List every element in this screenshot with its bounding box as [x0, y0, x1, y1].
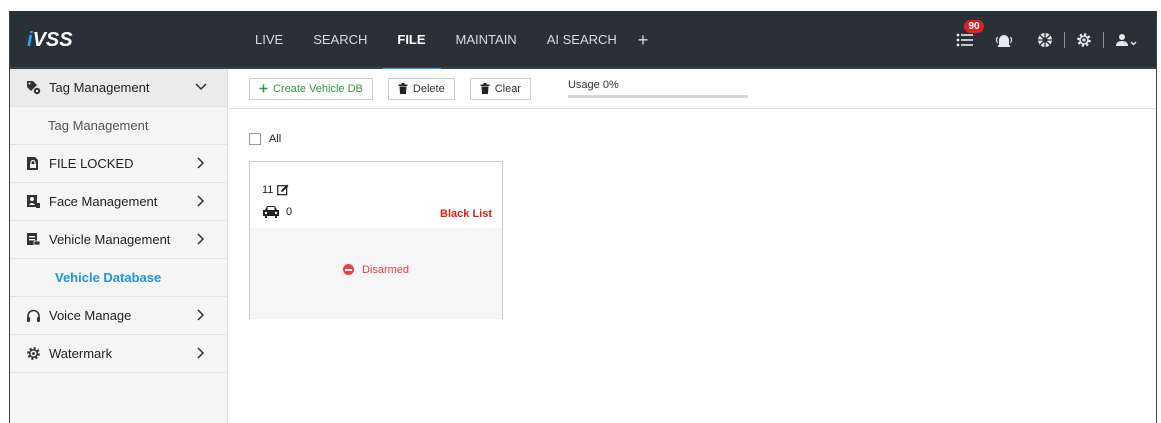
divider: [1064, 32, 1065, 48]
sidebar-item-label: Vehicle Management: [49, 232, 171, 247]
vehicle-database-icon: [25, 232, 41, 248]
alarm-sound-icon[interactable]: [994, 30, 1014, 50]
sidebar-item-vehicle-management[interactable]: Vehicle Management: [10, 221, 227, 259]
disarmed-icon: [342, 264, 354, 275]
user-menu-icon[interactable]: [1114, 31, 1138, 49]
trash-icon: [480, 83, 490, 94]
locked-file-icon: [25, 156, 41, 172]
chevron-down-icon: [194, 80, 208, 94]
clear-button[interactable]: Clear: [469, 77, 531, 100]
edit-icon[interactable]: [277, 184, 289, 196]
sidebar-subitem-vehicle-database[interactable]: Vehicle Database: [10, 259, 227, 297]
network-icon[interactable]: [1036, 31, 1054, 49]
card-id: 11: [262, 184, 289, 196]
chevron-right-icon: [194, 346, 208, 360]
sidebar: Tag Management Tag Management FILE LOCKE…: [10, 69, 228, 423]
tab-maintain[interactable]: MAINTAIN: [441, 11, 532, 69]
task-list-icon[interactable]: 90: [954, 20, 984, 50]
main-nav: LIVE SEARCH FILE MAINTAIN AI SEARCH +: [240, 11, 655, 71]
car-icon: [262, 205, 280, 218]
tag-settings-icon: [25, 80, 41, 96]
card-status-area: Disarmed: [250, 228, 502, 319]
top-right-tools: 90: [954, 11, 1138, 69]
select-all-row: All: [249, 133, 281, 145]
chevron-right-icon: [194, 194, 208, 208]
chevron-right-icon: [194, 308, 208, 322]
usage-indicator: Usage 0%: [567, 78, 748, 100]
toolbar: Create Vehicle DB Delete Clear Usage 0%: [229, 69, 1156, 109]
trash-icon: [398, 83, 408, 94]
app-window: iVSS LIVE SEARCH FILE MAINTAIN AI SEARCH…: [9, 11, 1157, 423]
button-label: Clear: [494, 82, 521, 95]
chevron-right-icon: [194, 232, 208, 246]
create-vehicle-db-button[interactable]: Create Vehicle DB: [249, 77, 373, 100]
card-header: 11 0 Black List: [250, 162, 502, 228]
divider: [1103, 32, 1104, 48]
top-bar: iVSS LIVE SEARCH FILE MAINTAIN AI SEARCH…: [10, 11, 1156, 71]
headphones-icon: [25, 308, 41, 324]
sidebar-item-tag-management[interactable]: Tag Management: [10, 69, 227, 107]
ivss-logo: iVSS: [27, 29, 73, 51]
tab-ai-search[interactable]: AI SEARCH: [532, 11, 632, 69]
settings-gear-icon[interactable]: [1075, 31, 1093, 49]
delete-button[interactable]: Delete: [387, 77, 455, 100]
sidebar-item-label: Face Management: [49, 194, 158, 209]
vehicle-count-value: 0: [286, 205, 293, 218]
sidebar-subitem-tag-management[interactable]: Tag Management: [10, 107, 227, 145]
tab-file[interactable]: FILE: [382, 11, 441, 71]
gear-icon: [25, 346, 41, 362]
usage-progress-bar: [567, 94, 748, 98]
sidebar-item-face-management[interactable]: Face Management: [10, 183, 227, 221]
sidebar-item-label: FILE LOCKED: [49, 156, 134, 171]
chevron-right-icon: [194, 156, 208, 170]
sidebar-item-file-locked[interactable]: FILE LOCKED: [10, 145, 227, 183]
arm-status[interactable]: Disarmed: [342, 263, 410, 276]
select-all-checkbox[interactable]: [249, 133, 261, 145]
tab-search[interactable]: SEARCH: [298, 11, 382, 69]
plus-icon: [259, 84, 268, 93]
list-type-label: Black List: [440, 208, 492, 220]
sidebar-item-label: Watermark: [49, 346, 113, 361]
face-database-icon: [25, 194, 41, 210]
sidebar-item-label: Voice Manage: [49, 308, 132, 323]
notification-badge: 90: [964, 20, 984, 33]
main-content: Create Vehicle DB Delete Clear Usage 0%: [229, 69, 1156, 423]
sidebar-item-voice-manage[interactable]: Voice Manage: [10, 297, 227, 335]
tab-live[interactable]: LIVE: [240, 11, 298, 69]
usage-label: Usage 0%: [567, 78, 619, 91]
add-tab-button[interactable]: +: [632, 30, 655, 51]
button-label: Delete: [412, 82, 445, 95]
arm-status-label: Disarmed: [361, 263, 410, 276]
vehicle-count: 0: [262, 205, 292, 218]
sidebar-item-watermark[interactable]: Watermark: [10, 335, 227, 373]
sidebar-item-label: Tag Management: [49, 80, 150, 95]
card-id-value: 11: [262, 184, 274, 196]
select-all-label: All: [269, 133, 282, 145]
button-label: Create Vehicle DB: [273, 82, 363, 95]
vehicle-db-card[interactable]: 11 0 Black List Disarmed: [249, 161, 503, 319]
